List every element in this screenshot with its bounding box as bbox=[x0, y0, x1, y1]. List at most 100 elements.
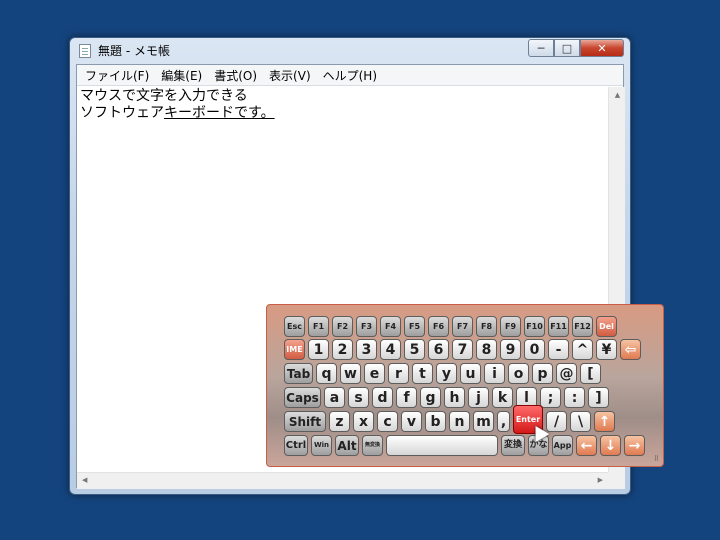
scroll-up-icon[interactable]: ▲ bbox=[609, 91, 626, 99]
key-9[interactable]: 9 bbox=[500, 339, 521, 360]
key-slash[interactable]: / bbox=[546, 411, 567, 432]
key-colon[interactable]: : bbox=[564, 387, 585, 408]
key-space[interactable] bbox=[386, 435, 498, 456]
key-u[interactable]: u bbox=[460, 363, 481, 384]
key-a[interactable]: a bbox=[324, 387, 345, 408]
key-f8[interactable]: F8 bbox=[476, 316, 497, 337]
keyboard-row-2: IME 1 2 3 4 5 6 7 8 9 0 - ^ ¥ ⇦ bbox=[284, 339, 644, 360]
software-keyboard: Esc F1 F2 F3 F4 F5 F6 F7 F8 F9 F10 F11 F… bbox=[266, 304, 664, 467]
key-caret[interactable]: ^ bbox=[572, 339, 593, 360]
key-e[interactable]: e bbox=[364, 363, 385, 384]
key-o[interactable]: o bbox=[508, 363, 529, 384]
key-i[interactable]: i bbox=[484, 363, 505, 384]
key-muhenkan[interactable]: 無変換 bbox=[362, 435, 383, 456]
key-p[interactable]: p bbox=[532, 363, 553, 384]
key-f5[interactable]: F5 bbox=[404, 316, 425, 337]
key-j[interactable]: j bbox=[468, 387, 489, 408]
menu-view[interactable]: 表示(V) bbox=[265, 67, 319, 84]
key-6[interactable]: 6 bbox=[428, 339, 449, 360]
key-at[interactable]: @ bbox=[556, 363, 577, 384]
key-s[interactable]: s bbox=[348, 387, 369, 408]
key-v[interactable]: v bbox=[401, 411, 422, 432]
horizontal-scrollbar[interactable]: ◀ ▶ bbox=[77, 472, 608, 489]
key-8[interactable]: 8 bbox=[476, 339, 497, 360]
key-d[interactable]: d bbox=[372, 387, 393, 408]
editor-line-2: ソフトウェアキーボードです。 bbox=[80, 105, 275, 122]
close-button[interactable]: ✕ bbox=[580, 39, 624, 57]
key-f1[interactable]: F1 bbox=[308, 316, 329, 337]
key-f7[interactable]: F7 bbox=[452, 316, 473, 337]
menu-format[interactable]: 書式(O) bbox=[210, 67, 265, 84]
key-comma[interactable]: , bbox=[497, 411, 510, 432]
key-4[interactable]: 4 bbox=[380, 339, 401, 360]
key-esc[interactable]: Esc bbox=[284, 316, 305, 337]
key-yen[interactable]: ¥ bbox=[596, 339, 617, 360]
menu-edit[interactable]: 編集(E) bbox=[157, 67, 210, 84]
key-close-bracket[interactable]: ] bbox=[588, 387, 609, 408]
key-q[interactable]: q bbox=[316, 363, 337, 384]
backspace-key[interactable]: ⇦ bbox=[620, 339, 641, 360]
key-m[interactable]: m bbox=[473, 411, 494, 432]
key-tab[interactable]: Tab bbox=[284, 363, 313, 384]
maximize-button[interactable]: □ bbox=[554, 39, 580, 57]
key-f6[interactable]: F6 bbox=[428, 316, 449, 337]
keyboard-row-6: Ctrl Win Alt 無変換 変換 かな App ← ↓ → bbox=[284, 435, 648, 456]
key-f3[interactable]: F3 bbox=[356, 316, 377, 337]
key-f9[interactable]: F9 bbox=[500, 316, 521, 337]
key-win[interactable]: Win bbox=[311, 435, 332, 456]
line2-composing: キーボードです。 bbox=[164, 105, 275, 121]
minimize-button[interactable]: ─ bbox=[528, 39, 554, 57]
key-k[interactable]: k bbox=[492, 387, 513, 408]
keyboard-row-4: Caps a s d f g h j k l ; : ] bbox=[284, 387, 612, 408]
menu-file[interactable]: ファイル(F) bbox=[81, 67, 157, 84]
key-w[interactable]: w bbox=[340, 363, 361, 384]
key-y[interactable]: y bbox=[436, 363, 457, 384]
key-f10[interactable]: F10 bbox=[524, 316, 545, 337]
key-7[interactable]: 7 bbox=[452, 339, 473, 360]
key-open-bracket[interactable]: [ bbox=[580, 363, 601, 384]
key-f11[interactable]: F11 bbox=[548, 316, 569, 337]
window-title: 無題 - メモ帳 bbox=[98, 44, 170, 58]
key-minus[interactable]: - bbox=[548, 339, 569, 360]
resize-grip[interactable] bbox=[608, 472, 625, 489]
key-h[interactable]: h bbox=[444, 387, 465, 408]
key-0[interactable]: 0 bbox=[524, 339, 545, 360]
key-x[interactable]: x bbox=[353, 411, 374, 432]
key-f[interactable]: f bbox=[396, 387, 417, 408]
key-semicolon[interactable]: ; bbox=[540, 387, 561, 408]
arrow-up-key[interactable]: ↑ bbox=[594, 411, 615, 432]
key-f2[interactable]: F2 bbox=[332, 316, 353, 337]
editor-line-1: マウスで文字を入力できる bbox=[80, 88, 248, 104]
key-shift[interactable]: Shift bbox=[284, 411, 326, 432]
key-ime[interactable]: IME bbox=[284, 339, 305, 360]
key-n[interactable]: n bbox=[449, 411, 470, 432]
keyboard-row-5: Shift z x c v b n m , Enter / \ ↑ bbox=[284, 405, 618, 434]
key-ctrl[interactable]: Ctrl bbox=[284, 435, 308, 456]
menu-help[interactable]: ヘルプ(H) bbox=[319, 67, 385, 84]
key-caps[interactable]: Caps bbox=[284, 387, 321, 408]
key-henkan[interactable]: 変換 bbox=[501, 435, 525, 456]
keyboard-resize-grip[interactable]: ⠿ bbox=[654, 455, 659, 463]
key-b[interactable]: b bbox=[425, 411, 446, 432]
key-r[interactable]: r bbox=[388, 363, 409, 384]
key-t[interactable]: t bbox=[412, 363, 433, 384]
key-backslash[interactable]: \ bbox=[570, 411, 591, 432]
arrow-left-key[interactable]: ← bbox=[576, 435, 597, 456]
scroll-left-icon[interactable]: ◀ bbox=[82, 476, 87, 484]
key-f12[interactable]: F12 bbox=[572, 316, 593, 337]
arrow-down-key[interactable]: ↓ bbox=[600, 435, 621, 456]
key-del[interactable]: Del bbox=[596, 316, 617, 337]
key-z[interactable]: z bbox=[329, 411, 350, 432]
editor-text: マウスで文字を入力できる ソフトウェアキーボードです。 bbox=[80, 88, 275, 122]
arrow-right-key[interactable]: → bbox=[624, 435, 645, 456]
key-g[interactable]: g bbox=[420, 387, 441, 408]
key-3[interactable]: 3 bbox=[356, 339, 377, 360]
key-app[interactable]: App bbox=[552, 435, 573, 456]
key-alt[interactable]: Alt bbox=[335, 435, 359, 456]
key-c[interactable]: c bbox=[377, 411, 398, 432]
key-5[interactable]: 5 bbox=[404, 339, 425, 360]
key-f4[interactable]: F4 bbox=[380, 316, 401, 337]
key-1[interactable]: 1 bbox=[308, 339, 329, 360]
scroll-right-icon[interactable]: ▶ bbox=[598, 476, 603, 484]
key-2[interactable]: 2 bbox=[332, 339, 353, 360]
